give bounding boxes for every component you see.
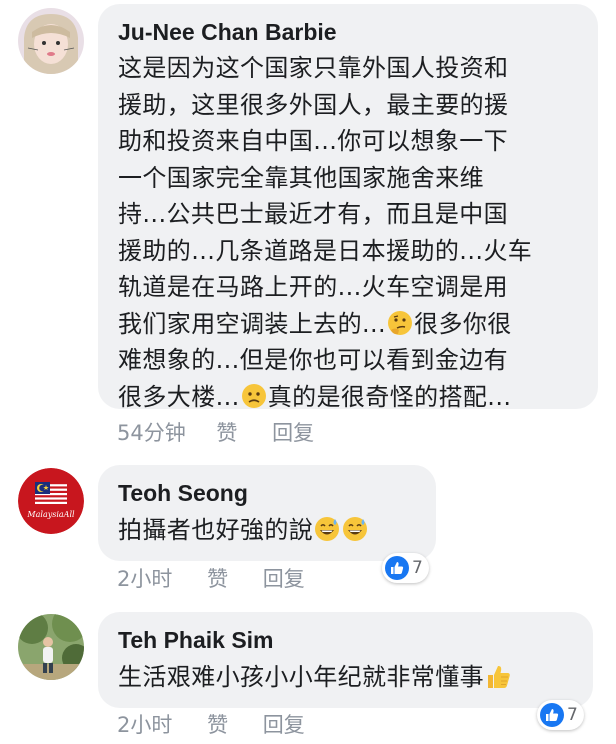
comment-bubble[interactable]: Teoh Seong 拍攝者也好強的說 bbox=[98, 465, 436, 561]
thumbs-up-emoji-icon bbox=[485, 663, 511, 689]
comment-text: 生活艰难小孩小小年纪就非常懂事 bbox=[118, 659, 575, 696]
like-button[interactable]: 赞 bbox=[207, 709, 228, 739]
like-button[interactable]: 赞 bbox=[216, 417, 237, 447]
thinking-emoji-icon bbox=[387, 310, 413, 336]
comment-text-line: 助和投资来自中国...你可以想象一下 bbox=[118, 127, 509, 155]
comment-actions: 2小时 赞 回复 bbox=[117, 709, 305, 739]
avatar[interactable]: MalaysiaAll bbox=[18, 468, 84, 534]
comment-author[interactable]: Teh Phaik Sim bbox=[118, 627, 575, 653]
avatar[interactable] bbox=[18, 614, 84, 680]
frown-emoji-icon bbox=[241, 383, 267, 409]
comment-timestamp[interactable]: 2小时 bbox=[117, 563, 172, 593]
comment-text-line: 我们家用空调装上去的... 很多你很 bbox=[118, 309, 512, 338]
grin-sweat-emoji-icon bbox=[314, 516, 340, 542]
like-reaction-icon bbox=[385, 556, 409, 580]
like-reaction-icon bbox=[540, 703, 564, 727]
comment-author[interactable]: Teoh Seong bbox=[118, 480, 418, 506]
reaction-count[interactable]: 7 bbox=[382, 553, 429, 583]
avatar[interactable] bbox=[18, 8, 84, 74]
grin-sweat-emoji-icon bbox=[342, 516, 368, 542]
comment-text-line: 很多大楼... 真的是很奇怪的搭配... bbox=[118, 382, 512, 411]
comment-actions: 54分钟 赞 回复 bbox=[117, 417, 314, 447]
comment-actions: 2小时 赞 回复 bbox=[117, 563, 305, 593]
comment-timestamp[interactable]: 2小时 bbox=[117, 709, 172, 739]
avatar-label: MalaysiaAll bbox=[26, 510, 75, 519]
comment-text: 这是因为这个国家只靠外国人投资和 援助，这里很多外国人，最主要的援 助和投资来自… bbox=[118, 50, 580, 415]
like-button[interactable]: 赞 bbox=[207, 563, 228, 593]
reply-button[interactable]: 回复 bbox=[272, 417, 314, 447]
comment-author[interactable]: Ju-Nee Chan Barbie bbox=[118, 19, 580, 45]
reply-button[interactable]: 回复 bbox=[263, 709, 305, 739]
reaction-count[interactable]: 7 bbox=[537, 700, 584, 730]
comment-thread: Ju-Nee Chan Barbie 这是因为这个国家只靠外国人投资和 援助，这… bbox=[0, 0, 616, 744]
comment-text-line: 轨道是在马路上开的...火车空调是用 bbox=[118, 273, 509, 301]
comment-timestamp[interactable]: 54分钟 bbox=[117, 417, 186, 447]
comment-bubble[interactable]: Ju-Nee Chan Barbie 这是因为这个国家只靠外国人投资和 援助，这… bbox=[98, 4, 598, 411]
comment-text-line: 一个国家完全靠其他国家施舍来维 bbox=[118, 163, 484, 192]
comment-text-line: 这是因为这个国家只靠外国人投资和 bbox=[118, 54, 509, 82]
comment-text-line: 援助，这里很多外国人，最主要的援 bbox=[118, 90, 509, 119]
reply-button[interactable]: 回复 bbox=[263, 563, 305, 593]
comment-text: 拍攝者也好強的說 bbox=[118, 512, 418, 549]
comment-text-line: 难想象的...但是你也可以看到金边有 bbox=[118, 346, 509, 374]
comment-bubble[interactable]: Teh Phaik Sim 生活艰难小孩小小年纪就非常懂事 bbox=[98, 612, 593, 708]
comment-text-line: 持...公共巴士最近才有，而且是中国 bbox=[118, 200, 509, 228]
comment-text-line: 援助的...几条道路是日本援助的...火车 bbox=[118, 236, 533, 265]
